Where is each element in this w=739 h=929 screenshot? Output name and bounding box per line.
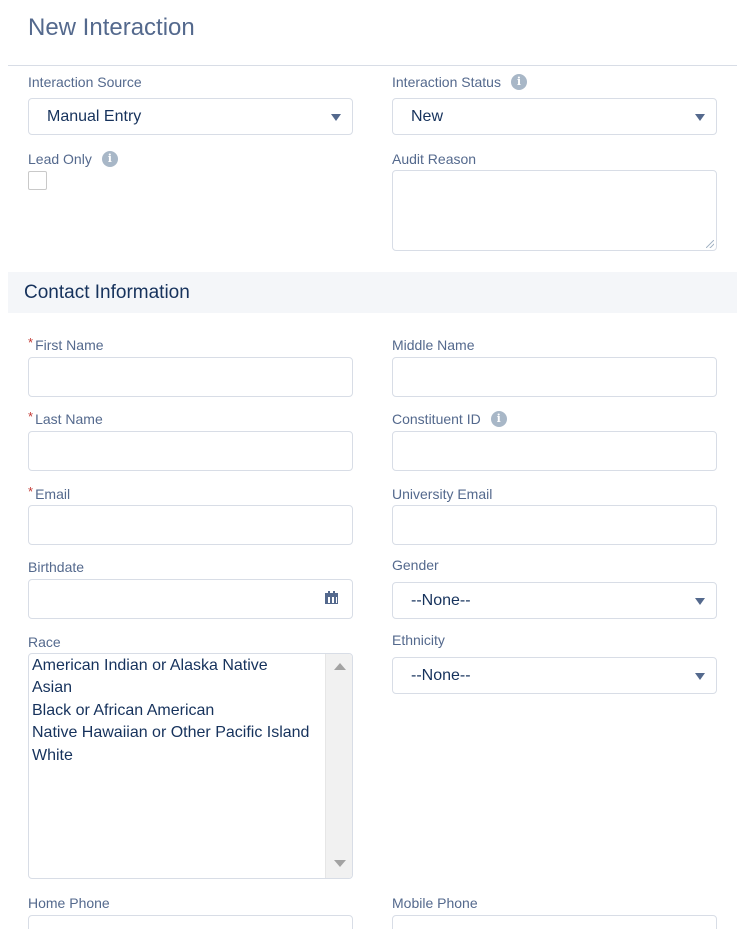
interaction-status-label-text: Interaction Status	[392, 74, 501, 90]
middle-name-input[interactable]	[392, 357, 717, 397]
birthdate-label-text: Birthdate	[28, 559, 85, 575]
info-icon[interactable]: i	[490, 411, 507, 427]
ethnicity-value: --None--	[411, 666, 471, 684]
gender-label-text: Gender	[392, 557, 439, 573]
resize-handle-icon[interactable]	[706, 240, 714, 248]
birthdate-label: Birthdate	[28, 559, 84, 575]
middle-name-label-text: Middle Name	[392, 337, 475, 353]
audit-reason-label: Audit Reason	[392, 151, 476, 167]
info-icon[interactable]: i	[101, 151, 118, 167]
interaction-source-label: Interaction Source	[28, 74, 142, 90]
interaction-status-label: Interaction Status i	[392, 74, 527, 90]
last-name-label: * Last Name	[28, 408, 103, 428]
chevron-down-icon	[331, 113, 341, 121]
calendar-icon[interactable]	[325, 591, 338, 604]
interaction-source-select[interactable]: Manual Entry	[28, 98, 353, 135]
ethnicity-select[interactable]: --None--	[392, 657, 717, 694]
chevron-down-icon	[695, 113, 705, 121]
header-divider	[8, 65, 737, 66]
constituent-id-label: Constituent ID i	[392, 411, 507, 427]
mobile-phone-input[interactable]	[392, 915, 717, 929]
race-multiselect[interactable]: American Indian or Alaska Native Asian B…	[28, 653, 353, 879]
last-name-label-text: Last Name	[35, 411, 103, 427]
ethnicity-label-text: Ethnicity	[392, 632, 445, 648]
interaction-source-value: Manual Entry	[47, 107, 142, 125]
scroll-down-arrow-icon[interactable]	[334, 860, 346, 867]
contact-information-section: Contact Information	[8, 272, 737, 313]
chevron-down-icon	[695, 672, 705, 680]
lead-only-label: Lead Only i	[28, 151, 118, 167]
info-icon[interactable]: i	[510, 74, 527, 90]
email-label: * Email	[28, 483, 71, 503]
home-phone-label: Home Phone	[28, 895, 110, 911]
home-phone-input[interactable]	[28, 915, 353, 929]
last-name-input[interactable]	[28, 431, 353, 471]
race-option[interactable]: White	[29, 745, 309, 767]
constituent-id-label-text: Constituent ID	[392, 411, 481, 427]
mobile-phone-label-text: Mobile Phone	[392, 895, 478, 911]
university-email-input[interactable]	[392, 505, 717, 545]
ethnicity-label: Ethnicity	[392, 632, 445, 648]
university-email-label: University Email	[392, 486, 492, 502]
scroll-up-arrow-icon[interactable]	[334, 663, 346, 670]
race-label-text: Race	[28, 634, 61, 650]
audit-reason-textarea[interactable]	[392, 170, 717, 251]
race-scrollbar[interactable]	[325, 654, 352, 878]
race-option[interactable]: Native Hawaiian or Other Pacific Island	[29, 722, 309, 744]
home-phone-label-text: Home Phone	[28, 895, 110, 911]
race-option[interactable]: Black or African American	[29, 700, 309, 722]
email-input[interactable]	[28, 505, 353, 545]
birthdate-input[interactable]	[28, 579, 353, 619]
required-marker: *	[28, 483, 34, 499]
lead-only-label-text: Lead Only	[28, 151, 92, 167]
university-email-label-text: University Email	[392, 486, 493, 502]
race-option[interactable]: Asian	[29, 677, 309, 699]
audit-reason-label-text: Audit Reason	[392, 151, 477, 167]
lead-only-checkbox[interactable]	[28, 171, 47, 190]
first-name-input[interactable]	[28, 357, 353, 397]
race-option[interactable]: American Indian or Alaska Native	[29, 655, 309, 677]
interaction-status-value: New	[411, 107, 444, 125]
interaction-status-select[interactable]: New	[392, 98, 717, 135]
first-name-label: * First Name	[28, 334, 104, 354]
chevron-down-icon	[695, 597, 705, 605]
interaction-source-label-text: Interaction Source	[28, 74, 142, 90]
required-marker: *	[28, 334, 34, 350]
race-label: Race	[28, 634, 61, 650]
mobile-phone-label: Mobile Phone	[392, 895, 478, 911]
gender-select[interactable]: --None--	[392, 582, 717, 619]
required-marker: *	[28, 408, 34, 424]
middle-name-label: Middle Name	[392, 337, 474, 353]
constituent-id-input[interactable]	[392, 431, 717, 471]
section-title: Contact Information	[24, 282, 190, 303]
gender-value: --None--	[411, 591, 471, 609]
email-label-text: Email	[35, 486, 71, 502]
first-name-label-text: First Name	[35, 337, 104, 353]
page-title: New Interaction	[28, 14, 195, 41]
gender-label: Gender	[392, 557, 439, 573]
